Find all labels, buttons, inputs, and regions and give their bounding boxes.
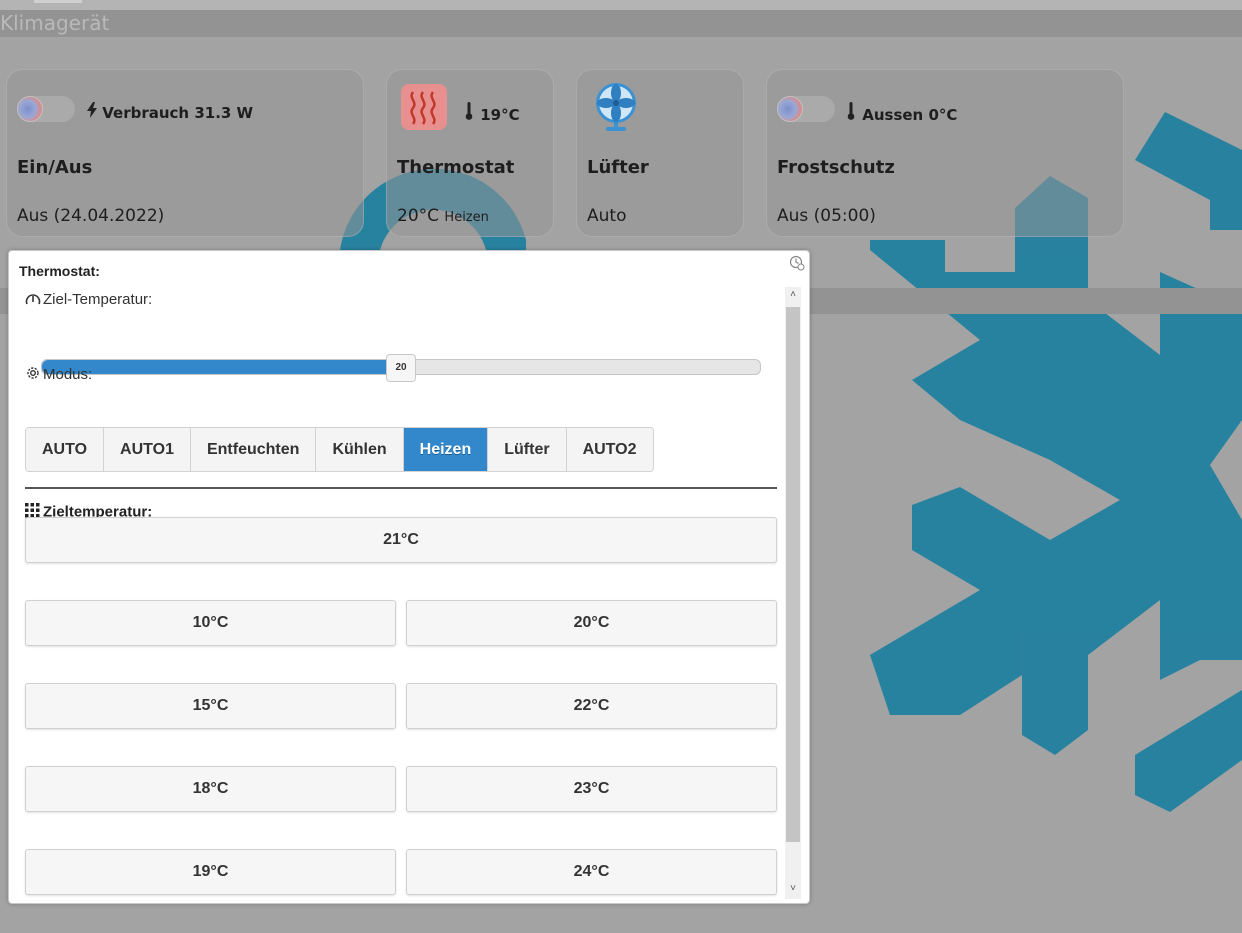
bolt-icon [87, 102, 97, 122]
preset-button[interactable]: 23°C [406, 766, 777, 812]
scroll-up-icon[interactable]: ˄ [785, 287, 801, 303]
scroll-thumb[interactable] [786, 307, 800, 842]
mode-selector: AUTO AUTO1 Entfeuchten Kühlen Heizen Lüfter AU… [25, 427, 654, 472]
mode-label-text: Modus: [43, 365, 93, 383]
slider-handle[interactable]: 20 [386, 354, 416, 382]
section-header: Klimagerät [0, 10, 1242, 37]
mode-option[interactable]: Entfeuchten [190, 428, 317, 471]
card-frost[interactable]: Aussen 0°C Frostschutz Aus (05:00) [766, 69, 1124, 237]
card-fan[interactable]: Lüfter Auto [576, 69, 744, 237]
top-tab[interactable] [34, 0, 82, 3]
card-value: Auto [587, 206, 627, 226]
heat-icon [401, 84, 447, 130]
thermostat-mode: Heizen [444, 210, 489, 225]
top-strip [0, 0, 1242, 10]
mode-option[interactable]: Lüfter [488, 428, 567, 471]
scrollbar[interactable]: ˄ ˅ [785, 287, 801, 899]
gear-icon [25, 365, 43, 385]
preset-button[interactable]: 10°C [25, 600, 396, 646]
divider [25, 487, 777, 489]
card-title: Thermostat [397, 157, 515, 178]
preset-button-top[interactable]: 21°C [25, 517, 777, 563]
close-icon[interactable] [789, 255, 805, 271]
preset-button[interactable]: 24°C [406, 849, 777, 895]
card-value: 20°C Heizen [397, 206, 489, 226]
outside-temperature: Aussen 0°C [847, 102, 957, 124]
preset-button[interactable]: 22°C [406, 683, 777, 729]
power-meta: Verbrauch 31.3 W [102, 104, 254, 122]
gauge-icon [25, 292, 43, 309]
scroll-down-icon[interactable]: ˅ [785, 881, 801, 897]
slider-fill [42, 360, 401, 374]
preset-button[interactable]: 20°C [406, 600, 777, 646]
mode-option[interactable]: AUTO2 [566, 428, 653, 471]
section-title: Klimagerät [0, 11, 110, 35]
thermometer-icon [847, 102, 857, 124]
mode-option[interactable]: AUTO [26, 428, 105, 471]
card-title: Frostschutz [777, 157, 895, 178]
card-value: Aus (24.04.2022) [17, 206, 165, 226]
preset-button[interactable]: 18°C [25, 766, 396, 812]
temperature-slider[interactable]: 20 [41, 354, 761, 382]
toggle-knob [17, 96, 43, 122]
preset-button[interactable]: 19°C [25, 849, 396, 895]
thermostat-meta: 19°C [480, 106, 520, 124]
mode-label: Modus: [25, 365, 92, 385]
thermostat-value: 20°C [397, 206, 440, 226]
preset-button[interactable]: 15°C [25, 683, 396, 729]
card-title: Lüfter [587, 157, 649, 178]
frost-toggle[interactable] [777, 96, 835, 122]
dialog-title: Thermostat: [19, 263, 100, 279]
power-consumption: Verbrauch 31.3 W [87, 102, 253, 122]
thermostat-current: 19°C [465, 102, 520, 124]
target-temperature-label: Ziel-Temperatur: [25, 291, 152, 309]
mode-option[interactable]: Kühlen [316, 428, 404, 471]
mode-option[interactable]: Heizen [403, 428, 489, 471]
card-value: Aus (05:00) [777, 206, 876, 226]
target-label-text: Ziel-Temperatur: [43, 291, 153, 308]
mode-option[interactable]: AUTO1 [104, 428, 191, 471]
thermostat-dialog: Thermostat: Ziel-Temperatur: 20 Modus: A… [8, 250, 810, 904]
power-toggle[interactable] [17, 96, 75, 122]
thermometer-icon [465, 102, 475, 124]
dialog-content: Ziel-Temperatur: 20 Modus: AUTO AUTO1 Entf… [9, 287, 787, 903]
frost-meta: Aussen 0°C [862, 106, 958, 124]
card-thermostat[interactable]: 19°C Thermostat 20°C Heizen [386, 69, 554, 237]
fan-icon [593, 82, 639, 132]
card-title: Ein/Aus [17, 157, 93, 178]
card-power[interactable]: Verbrauch 31.3 W Ein/Aus Aus (24.04.2022… [6, 69, 364, 237]
toggle-knob [777, 96, 803, 122]
